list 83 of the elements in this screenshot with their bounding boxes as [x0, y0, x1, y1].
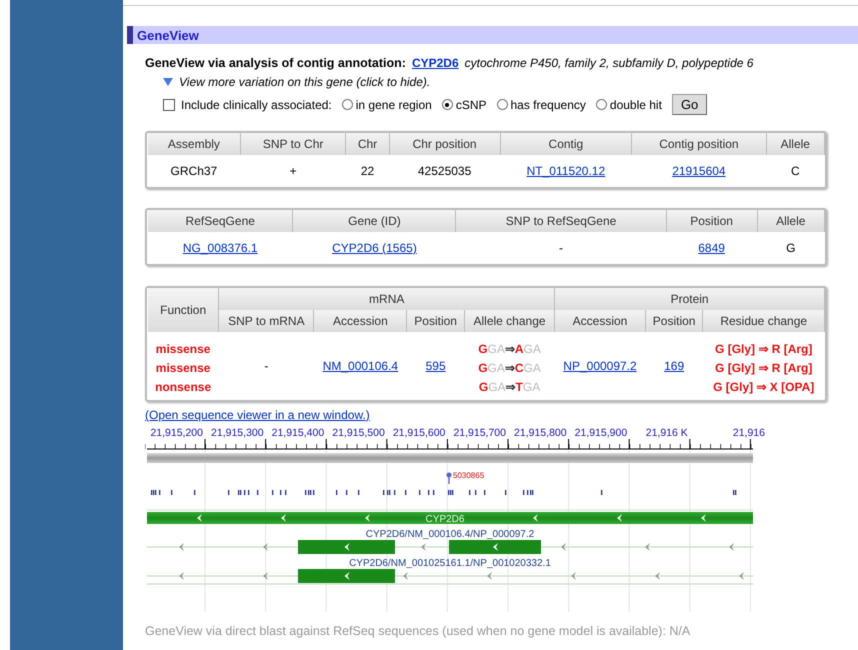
ruler-label: 21,915,600 — [392, 427, 446, 439]
column-header: Chr position — [389, 133, 500, 155]
snp-label: 5030865 — [453, 471, 484, 480]
column-header: SNP to RefSeqGene — [456, 210, 666, 232]
ruler-label: 21,915,500 — [332, 427, 385, 439]
column-header: Contig — [500, 133, 632, 155]
column-header: Accession — [554, 310, 646, 332]
triangle-down-icon[interactable] — [163, 78, 173, 86]
footer-text: GeneView via direct blast against RefSeq sequences (used when no gene model is available): N/A — [145, 624, 692, 638]
table-cell-link[interactable]: NP_000097.2 — [563, 359, 637, 373]
table-cell: G — [786, 241, 796, 255]
table-cell: C — [790, 164, 800, 178]
table-cell-link[interactable]: 6849 — [698, 241, 725, 255]
table-cell-link[interactable]: 21915604 — [672, 164, 726, 178]
table-cell: - — [264, 359, 268, 373]
column-header: Position — [666, 210, 758, 232]
gene-label: CYP2D6 — [426, 514, 464, 525]
ruler-label: 21,915,200 — [150, 427, 203, 439]
ruler-label: 21,915,800 — [514, 427, 567, 439]
table-cell-link[interactable]: 595 — [426, 359, 446, 373]
ruler-label: 21,915,400 — [272, 427, 324, 439]
table-cell-link[interactable]: NG_008376.1 — [182, 241, 258, 255]
ruler-label: 21,915,300 — [211, 427, 264, 439]
table-cell-link[interactable]: CYP2D6 (1565) — [332, 241, 417, 255]
residue-change: G [Gly] ⇒ R [Arg] — [715, 361, 812, 375]
residue-change: G [Gly] ⇒ X [OPA] — [713, 380, 814, 394]
column-header: Position — [406, 310, 464, 332]
column-header: Contig position — [632, 133, 766, 155]
column-header: mRNA — [218, 288, 555, 310]
radio-button[interactable] — [442, 99, 453, 110]
column-header: Function — [148, 288, 219, 332]
checkbox[interactable] — [163, 98, 175, 110]
column-header: Allele change — [464, 310, 555, 332]
column-header: RefSeqGene — [148, 210, 293, 232]
ruler-label: 21,916 — [732, 427, 765, 439]
radio-label: has frequency — [510, 98, 586, 112]
ruler-label: 21,915,700 — [453, 427, 506, 439]
transcript-label: CYP2D6/NM_000106.4/NP_000097.2 — [366, 529, 534, 540]
column-header: Residue change — [702, 310, 824, 332]
sequence-viewer-link[interactable]: (Open sequence viewer in a new window.) — [145, 408, 370, 422]
column-header: Protein — [554, 288, 824, 310]
radio-label: double hit — [610, 98, 662, 112]
function-label: missense — [156, 342, 210, 356]
column-header: SNP to Chr — [240, 133, 346, 155]
column-header: Allele — [766, 133, 824, 155]
go-button[interactable]: Go — [672, 94, 708, 115]
radio-label: in gene region — [356, 98, 432, 112]
snp-marker-icon — [446, 472, 452, 484]
toggle-link[interactable]: View more variation on this gene (click to hide). — [179, 75, 430, 89]
header-marker-icon — [127, 26, 133, 44]
ruler-label: 21,916 K — [646, 427, 688, 439]
residue-change: G [Gly] ⇒ R [Arg] — [715, 342, 812, 356]
table-cell-link[interactable]: NT_011520.12 — [526, 164, 606, 178]
table-cell-link[interactable]: NM_000106.4 — [322, 359, 398, 373]
section-title: GeneView — [137, 28, 199, 42]
radio-label: cSNP — [456, 98, 486, 112]
table-cell: 42525035 — [418, 164, 472, 178]
ruler-label: 21,915,900 — [574, 427, 628, 439]
column-header: Chr — [346, 133, 390, 155]
column-header: Assembly — [148, 133, 240, 155]
gene-description: cytochrome P450, family 2, subfamily D, polypeptide 6 — [464, 56, 754, 70]
column-header: Position — [645, 310, 703, 332]
allele-change: GGA⇒AGA — [478, 342, 541, 356]
table-cell: 22 — [360, 164, 374, 178]
radio-button[interactable] — [496, 99, 508, 110]
function-label: missense — [156, 361, 210, 375]
radio-button[interactable] — [596, 99, 607, 110]
table-cell: + — [290, 164, 297, 178]
column-header: SNP to mRNA — [218, 310, 314, 332]
column-header: Accession — [314, 310, 407, 332]
column-header: Gene (ID) — [292, 210, 456, 232]
allele-change: GGA⇒TGA — [478, 380, 540, 394]
allele-change: GGA⇒CGA — [478, 361, 541, 375]
table-cell: GRCh37 — [170, 164, 218, 178]
function-label: nonsense — [155, 380, 212, 394]
radio-button[interactable] — [342, 99, 353, 110]
summary-label: GeneView via analysis of contig annotation: — [145, 56, 406, 70]
table-cell: - — [559, 241, 564, 255]
table-cell-link[interactable]: 169 — [664, 359, 684, 373]
column-header: Allele — [757, 210, 824, 232]
transcript-label: CYP2D6/NM_001025161.1/NP_001020332.1 — [349, 558, 551, 569]
checkbox-label: Include clinically associated: — [181, 98, 332, 112]
gene-link[interactable]: CYP2D6 — [412, 56, 459, 70]
